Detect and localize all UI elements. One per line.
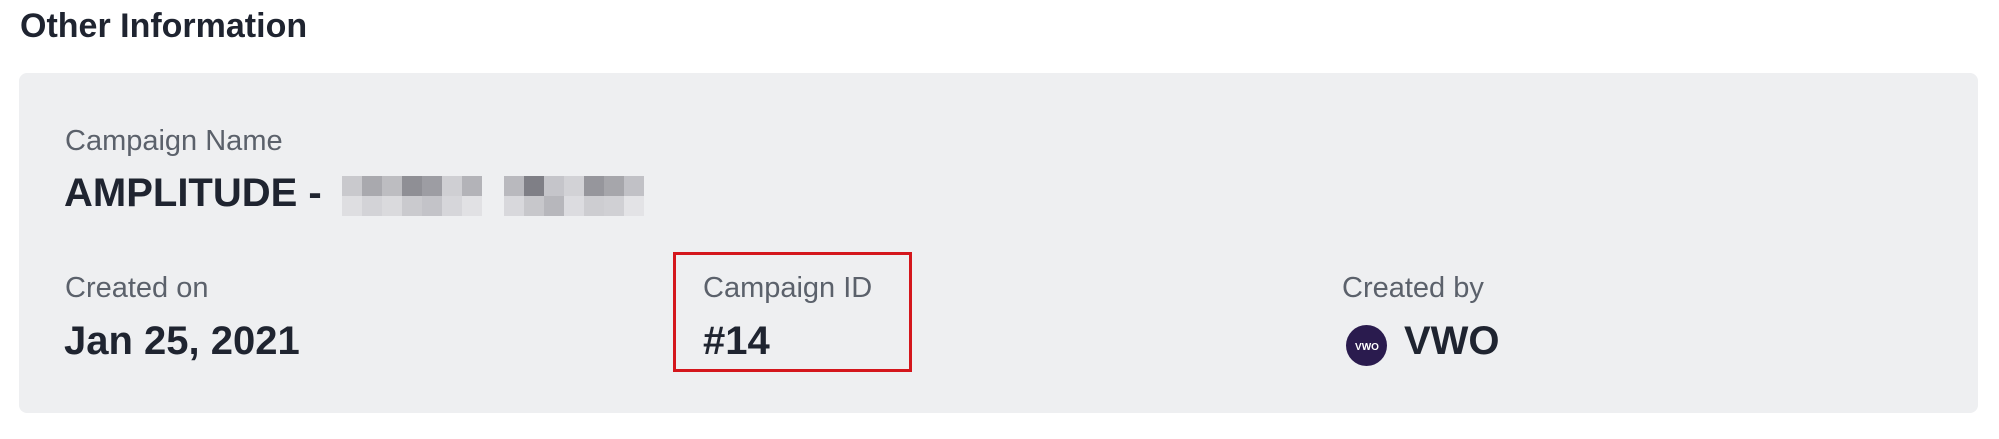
campaign-name-value: AMPLITUDE - [64, 171, 322, 215]
info-card [19, 73, 1978, 413]
vwo-logo-mark: VWO [1355, 342, 1379, 353]
campaign-id-value: #14 [703, 319, 770, 363]
campaign-name-label: Campaign Name [65, 125, 283, 157]
redacted-text [342, 176, 654, 216]
created-by-label: Created by [1342, 272, 1484, 304]
created-by-value: VWO [1404, 319, 1500, 363]
pixelated-redaction [342, 176, 644, 216]
created-on-value: Jan 25, 2021 [64, 319, 300, 363]
vwo-logo-icon: VWO [1346, 325, 1387, 366]
svg-text:VWO: VWO [1355, 342, 1379, 353]
created-on-label: Created on [65, 272, 209, 304]
section-title: Other Information [20, 7, 308, 45]
campaign-id-label: Campaign ID [703, 272, 873, 304]
